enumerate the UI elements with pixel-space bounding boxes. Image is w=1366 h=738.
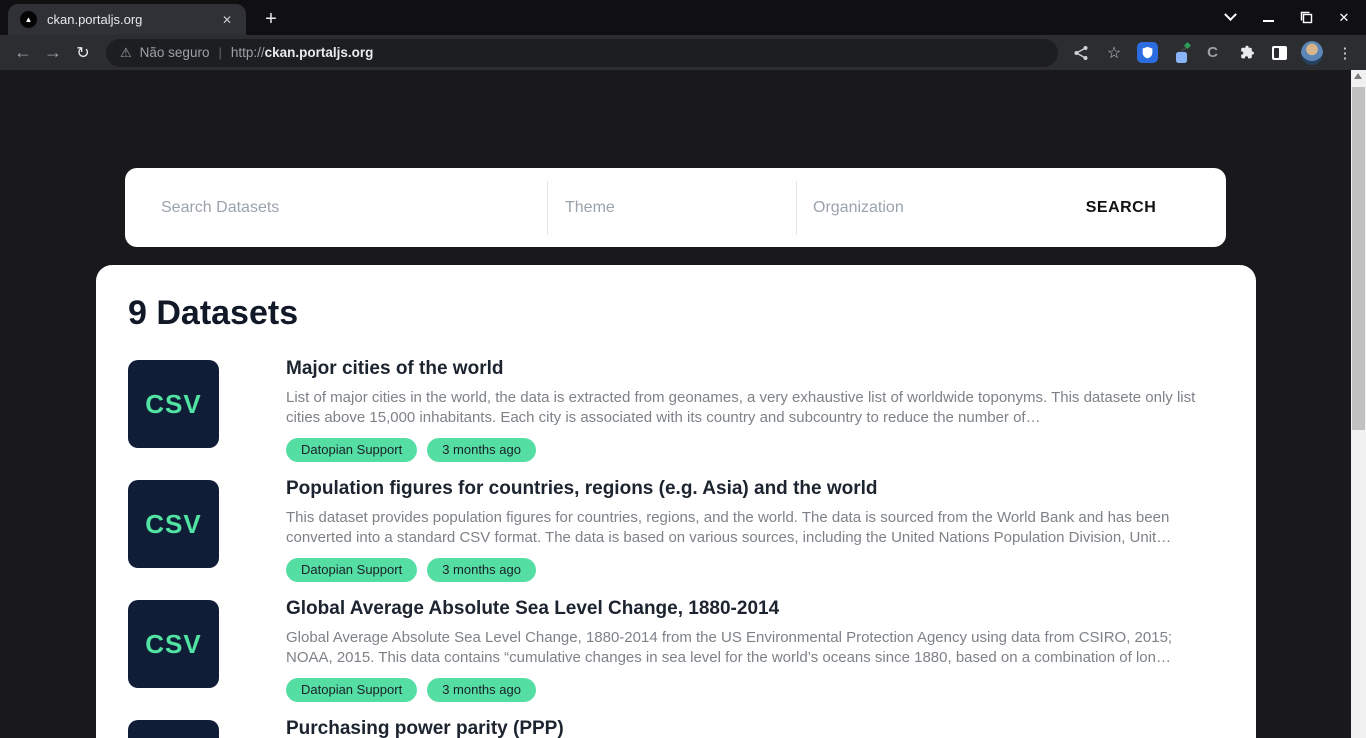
dataset-title-link[interactable]: Population figures for countries, region… xyxy=(286,476,1221,502)
dataset-row: CSV Population figures for countries, re… xyxy=(128,480,1221,600)
dataset-list: CSV Major cities of the world List of ma… xyxy=(128,360,1221,738)
dataset-title-link[interactable]: Major cities of the world xyxy=(286,356,1221,382)
dataset-description: List of major cities in the world, the d… xyxy=(286,388,1221,428)
browser-tab[interactable]: ▲ ckan.portaljs.org ✕ xyxy=(8,4,246,35)
search-button[interactable]: SEARCH xyxy=(1046,168,1196,247)
datasets-count-heading: 9 Datasets xyxy=(128,293,1221,333)
dataset-content: Population figures for countries, region… xyxy=(286,476,1221,600)
dataset-badge: 3 months ago xyxy=(427,678,536,702)
close-button[interactable]: ✕ xyxy=(1336,10,1352,26)
color-picker-extension-icon[interactable] xyxy=(1169,42,1191,64)
dataset-badge: Datopian Support xyxy=(286,678,417,702)
url-protocol: http:// xyxy=(231,45,265,60)
dataset-title-link[interactable]: Global Average Absolute Sea Level Change… xyxy=(286,596,1221,622)
theme-input[interactable] xyxy=(565,199,774,217)
browser-menu-icon[interactable]: ⋮ xyxy=(1334,42,1356,64)
dataset-title-link[interactable]: Purchasing power parity (PPP) xyxy=(286,716,1221,738)
side-panel-icon[interactable] xyxy=(1268,42,1290,64)
bookmark-star-icon[interactable]: ☆ xyxy=(1103,42,1125,64)
dataset-format-tile[interactable]: CSV xyxy=(128,600,219,688)
not-secure-label: Não seguro xyxy=(140,45,210,60)
dataset-format-tile[interactable]: CSV xyxy=(128,480,219,568)
dataset-badges: Datopian Support 3 months ago xyxy=(286,678,1221,702)
dataset-search-bar: SEARCH xyxy=(125,168,1226,247)
c-extension-icon[interactable]: C xyxy=(1202,42,1224,64)
window-controls: ✕ xyxy=(1222,0,1358,35)
search-datasets-input[interactable] xyxy=(161,199,509,217)
minimize-button[interactable] xyxy=(1260,10,1276,26)
tab-title: ckan.portaljs.org xyxy=(47,12,218,27)
forward-button-icon[interactable]: → xyxy=(38,42,68,63)
dataset-badge: Datopian Support xyxy=(286,438,417,462)
dataset-row: CSV Major cities of the world List of ma… xyxy=(128,360,1221,480)
format-label: CSV xyxy=(145,629,201,660)
format-label: CSV xyxy=(145,389,201,420)
dataset-badge: 3 months ago xyxy=(427,558,536,582)
dataset-row: CSV Purchasing power parity (PPP) xyxy=(128,720,1221,738)
theme-field-wrap xyxy=(548,168,797,247)
dataset-row: CSV Global Average Absolute Sea Level Ch… xyxy=(128,600,1221,720)
share-icon[interactable] xyxy=(1070,42,1092,64)
datasets-results-card: 9 Datasets CSV Major cities of the world… xyxy=(96,265,1256,738)
password-manager-shield-icon[interactable] xyxy=(1136,42,1158,64)
address-bar[interactable]: ⚠ Não seguro | http:// ckan.portaljs.org xyxy=(106,39,1058,67)
dataset-format-tile[interactable]: CSV xyxy=(128,360,219,448)
dataset-badge: 3 months ago xyxy=(427,438,536,462)
format-label: CSV xyxy=(145,509,201,540)
page-scrollbar[interactable] xyxy=(1351,70,1366,738)
toolbar-extensions: ☆ C xyxy=(1070,42,1356,64)
dataset-description: This dataset provides population figures… xyxy=(286,508,1221,548)
dataset-badges: Datopian Support 3 months ago xyxy=(286,558,1221,582)
browser-window: ▲ ckan.portaljs.org ✕ + ✕ ← → ↻ ⚠ Não se… xyxy=(0,0,1366,738)
tab-search-chevron-icon[interactable] xyxy=(1222,10,1238,26)
scrollbar-thumb[interactable] xyxy=(1352,87,1365,430)
tab-close-icon[interactable]: ✕ xyxy=(218,11,236,29)
back-button-icon[interactable]: ← xyxy=(8,42,38,63)
new-tab-button[interactable]: + xyxy=(258,6,284,32)
page-viewport: SEARCH 9 Datasets CSV Major cities of th… xyxy=(0,70,1366,738)
dataset-badge: Datopian Support xyxy=(286,558,417,582)
restore-button[interactable] xyxy=(1298,10,1314,26)
reload-button-icon[interactable]: ↻ xyxy=(68,43,98,63)
search-field-wrap xyxy=(125,168,548,247)
browser-toolbar: ← → ↻ ⚠ Não seguro | http:// ckan.portal… xyxy=(0,35,1366,70)
dataset-content: Global Average Absolute Sea Level Change… xyxy=(286,596,1221,720)
site-favicon-icon: ▲ xyxy=(20,11,37,28)
dataset-content: Major cities of the world List of major … xyxy=(286,356,1221,480)
dataset-content: Purchasing power parity (PPP) xyxy=(286,716,1221,738)
dataset-description: Global Average Absolute Sea Level Change… xyxy=(286,628,1221,668)
url-host: ckan.portaljs.org xyxy=(265,45,374,60)
tab-strip: ▲ ckan.portaljs.org ✕ + ✕ xyxy=(0,0,1366,35)
profile-avatar[interactable] xyxy=(1301,42,1323,64)
scroll-up-arrow-icon[interactable] xyxy=(1354,73,1362,79)
url-divider: | xyxy=(218,45,221,60)
dataset-badges: Datopian Support 3 months ago xyxy=(286,438,1221,462)
not-secure-warning-icon[interactable]: ⚠ xyxy=(120,45,132,61)
dataset-format-tile[interactable]: CSV xyxy=(128,720,219,738)
extensions-puzzle-icon[interactable] xyxy=(1235,42,1257,64)
